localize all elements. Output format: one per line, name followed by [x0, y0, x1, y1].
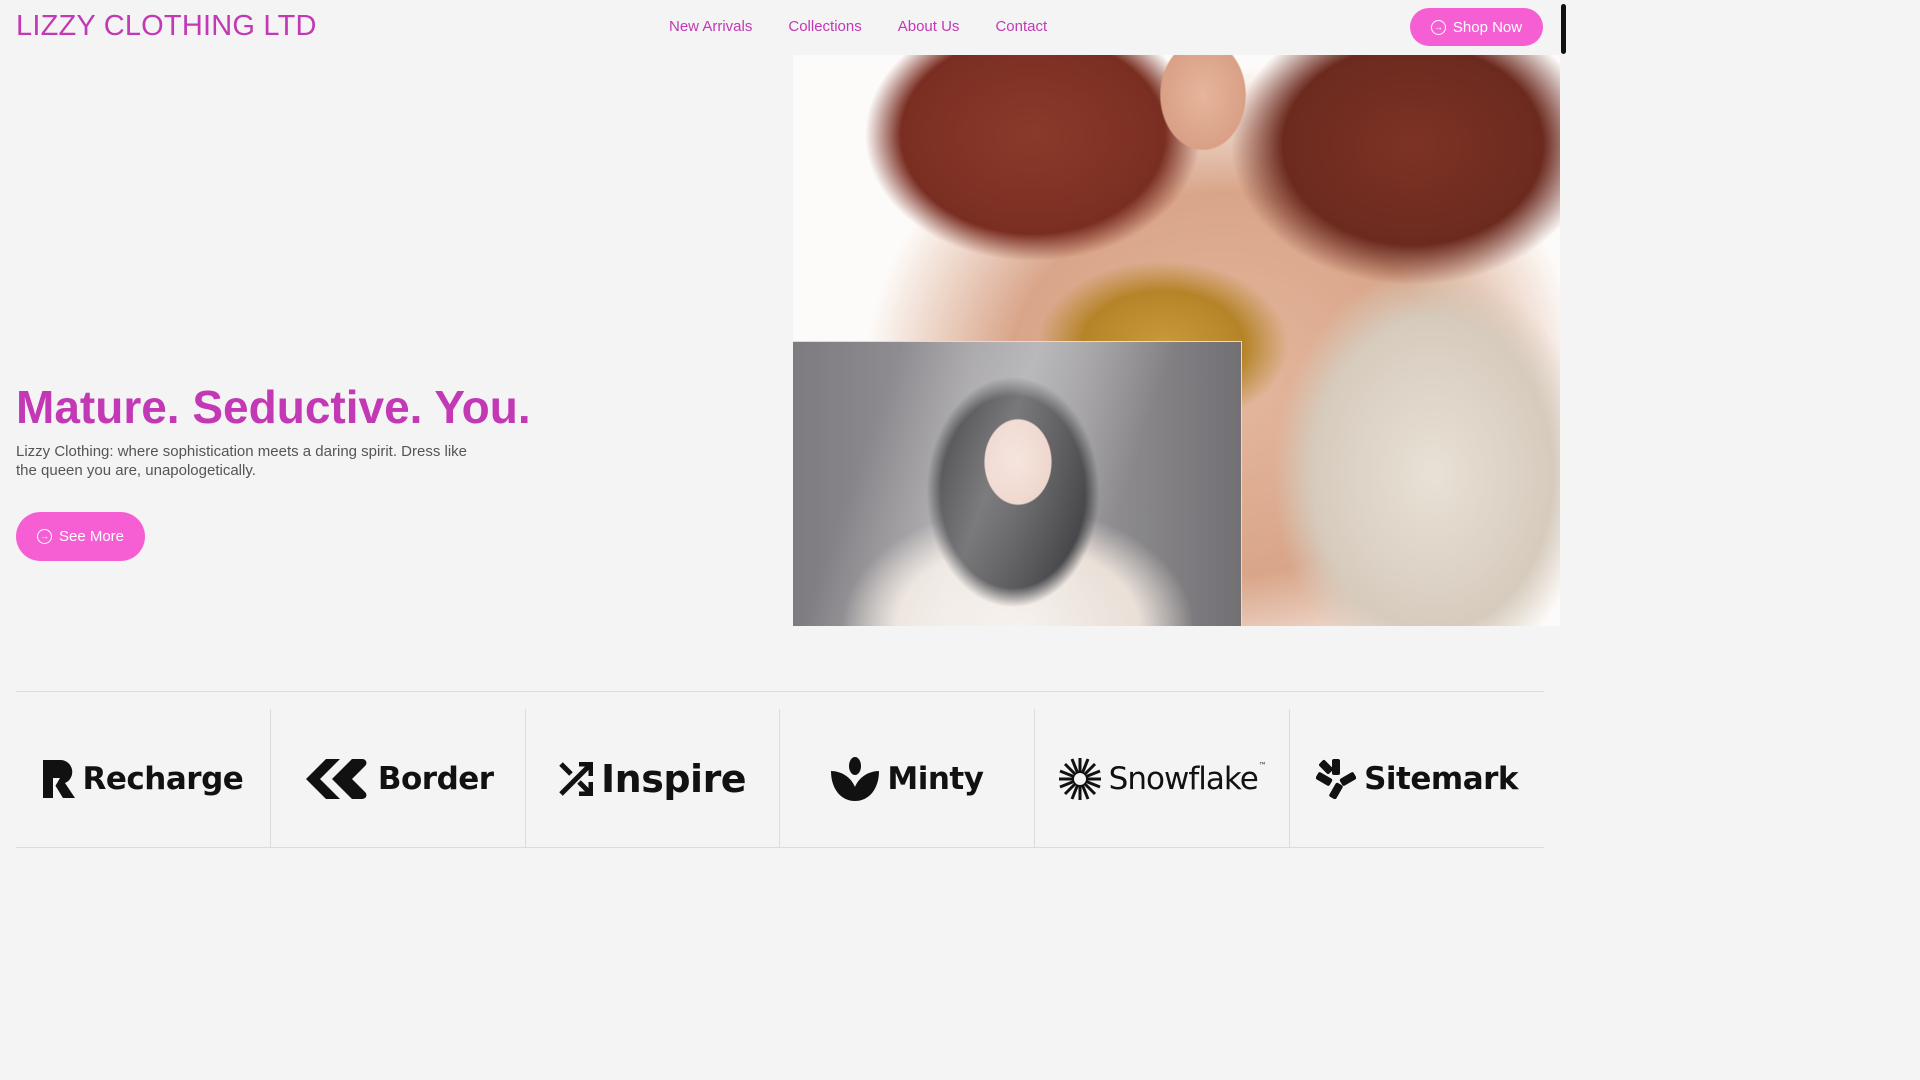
sitemark-logo-icon	[1316, 758, 1357, 799]
hero-description: Lizzy Clothing: where sophistication mee…	[16, 443, 468, 479]
border-logo-icon	[305, 758, 367, 799]
site-header: LIZZY CLOTHING LTD New Arrivals Collecti…	[0, 0, 1568, 55]
logo-border: Border	[271, 709, 526, 848]
logo-inspire: Inspire	[526, 709, 781, 848]
logo-sitemark: Sitemark	[1290, 709, 1544, 848]
partner-logos: Recharge Border Inspire Minty Snowflake™…	[16, 691, 1544, 848]
scrollbar[interactable]	[1561, 4, 1566, 54]
bride-photo	[793, 341, 1242, 626]
logo-minty: Minty	[780, 709, 1036, 848]
shop-now-button[interactable]: → Shop Now	[1410, 8, 1543, 46]
main-nav: New Arrivals Collections About Us Contac…	[669, 18, 1047, 35]
trademark-icon: ™	[1258, 760, 1267, 770]
see-more-label: See More	[58, 528, 125, 545]
nav-collections[interactable]: Collections	[788, 18, 861, 35]
inspire-logo-icon	[559, 761, 594, 796]
logo-sitemark-text: Sitemark	[1364, 760, 1519, 797]
brand-logo[interactable]: LIZZY CLOTHING LTD	[16, 10, 317, 43]
recharge-logo-icon	[42, 759, 75, 798]
snowflake-logo-icon	[1058, 757, 1101, 800]
hero-title: Mature. Seductive. You.	[16, 381, 531, 433]
veil-overlay	[793, 342, 1241, 626]
logo-inspire-text: Inspire	[601, 756, 747, 801]
shop-now-label: Shop Now	[1452, 18, 1523, 36]
logo-snowflake: Snowflake™	[1035, 709, 1291, 848]
nav-contact[interactable]: Contact	[995, 18, 1047, 35]
logo-minty-text: Minty	[887, 760, 984, 797]
logo-border-text: Border	[377, 760, 494, 797]
minty-logo-icon	[831, 756, 880, 801]
see-more-button[interactable]: → See More	[16, 512, 145, 561]
arrow-circle-icon: →	[1430, 19, 1446, 35]
nav-about-us[interactable]: About Us	[898, 18, 960, 35]
logo-snowflake-text: Snowflake™	[1108, 760, 1267, 797]
logo-recharge: Recharge	[16, 709, 271, 848]
arrow-circle-icon: →	[36, 529, 52, 544]
nav-new-arrivals[interactable]: New Arrivals	[669, 18, 752, 35]
logo-recharge-text: Recharge	[82, 760, 244, 797]
